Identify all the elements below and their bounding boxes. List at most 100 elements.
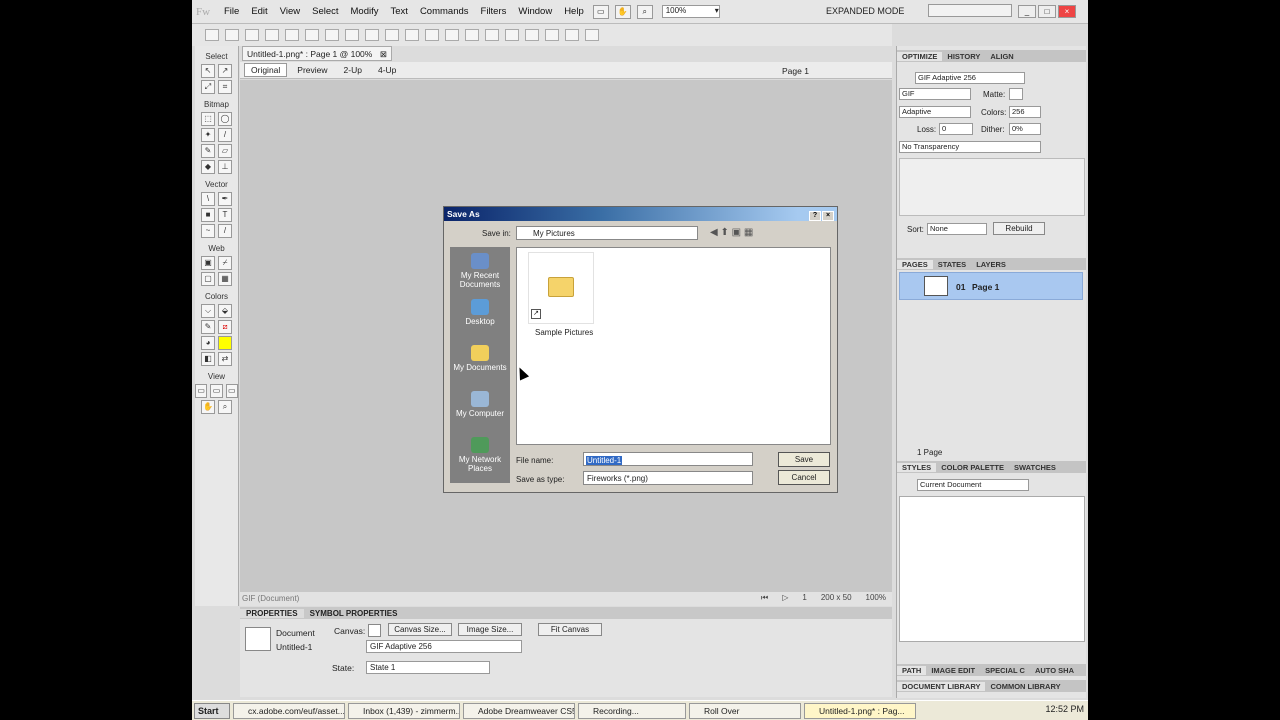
task-browser[interactable]: cx.adobe.com/euf/asset... bbox=[233, 702, 345, 719]
full-screen-icon[interactable]: ▭ bbox=[225, 384, 238, 398]
menu-select[interactable]: Select bbox=[306, 6, 344, 17]
image-size-button[interactable]: Image Size... bbox=[458, 623, 522, 636]
pencil-tool-icon[interactable]: ✎ bbox=[201, 144, 215, 158]
menu-window[interactable]: Window bbox=[512, 6, 558, 17]
nav-toolbar-icons[interactable]: ◀ ⬆ ▣ ▦ bbox=[710, 227, 753, 238]
save-button[interactable]: Save bbox=[778, 452, 830, 467]
screen-mode-icon[interactable]: ▭ bbox=[592, 4, 609, 19]
close-icon[interactable]: ⊠ bbox=[380, 49, 387, 59]
align-icon[interactable] bbox=[545, 29, 559, 41]
menu-file[interactable]: File bbox=[218, 6, 245, 17]
new-icon[interactable] bbox=[205, 29, 219, 41]
open-icon[interactable] bbox=[245, 29, 259, 41]
search-input[interactable] bbox=[928, 4, 1012, 17]
hide-slices-icon[interactable]: ▢ bbox=[201, 272, 215, 286]
sort-select[interactable]: None bbox=[927, 223, 987, 235]
undo-icon[interactable] bbox=[325, 29, 339, 41]
menu-filters[interactable]: Filters bbox=[475, 6, 513, 17]
tab-styles[interactable]: STYLES bbox=[897, 462, 937, 472]
tab-special-characters[interactable]: SPECIAL C bbox=[980, 666, 1030, 675]
place-my-computer[interactable]: My Computer bbox=[450, 391, 510, 418]
save-icon[interactable] bbox=[225, 29, 239, 41]
play-icon[interactable]: ▷ bbox=[782, 593, 788, 603]
help-icon[interactable]: ? bbox=[809, 211, 821, 221]
fit-canvas-button[interactable]: Fit Canvas bbox=[538, 623, 602, 636]
canvas-size-button[interactable]: Canvas Size... bbox=[388, 623, 452, 636]
file-list[interactable]: ↗ Sample Pictures bbox=[516, 247, 831, 445]
task-dreamweaver[interactable]: Adobe Dreamweaver CS5 bbox=[463, 702, 575, 719]
loss-input[interactable]: 0 bbox=[939, 123, 973, 135]
tab-preview[interactable]: Preview bbox=[291, 64, 333, 76]
cancel-button[interactable]: Cancel bbox=[778, 470, 830, 485]
tab-properties[interactable]: PROPERTIES bbox=[240, 608, 304, 618]
group-icon[interactable] bbox=[425, 29, 439, 41]
transparency-select[interactable]: No Transparency bbox=[899, 141, 1041, 153]
default-colors-icon[interactable]: ◧ bbox=[201, 352, 215, 366]
magic-wand-tool-icon[interactable]: ✦ bbox=[201, 128, 215, 142]
slice-tool-icon[interactable]: ⌿ bbox=[218, 256, 232, 270]
split-icon[interactable] bbox=[485, 29, 499, 41]
menu-text[interactable]: Text bbox=[385, 6, 414, 17]
pointer-tool-icon[interactable]: ↖ bbox=[201, 64, 215, 78]
eyedropper-tool-icon[interactable]: ⌵ bbox=[201, 304, 215, 318]
rubber-stamp-tool-icon[interactable]: ⊥ bbox=[218, 160, 232, 174]
freeform-tool-icon[interactable]: ~ bbox=[201, 224, 215, 238]
lasso-tool-icon[interactable]: ◯ bbox=[218, 112, 232, 126]
tab-2-up[interactable]: 2-Up bbox=[338, 64, 368, 76]
knife-tool-icon[interactable]: / bbox=[218, 224, 232, 238]
document-tab[interactable]: Untitled-1.png* : Page 1 @ 100% ⊠ bbox=[242, 46, 392, 61]
menu-edit[interactable]: Edit bbox=[245, 6, 273, 17]
tab-align[interactable]: ALIGN bbox=[985, 52, 1018, 61]
copy-icon[interactable] bbox=[385, 29, 399, 41]
status-zoom[interactable]: 100% bbox=[866, 593, 886, 603]
zoom-icon[interactable]: ⌕ bbox=[636, 4, 653, 19]
optimize-preset-select[interactable]: GIF Adaptive 256 bbox=[915, 72, 1025, 84]
save-type-select[interactable]: Fireworks (*.png) bbox=[583, 471, 753, 485]
tab-symbol-properties[interactable]: SYMBOL PROPERTIES bbox=[304, 609, 404, 618]
start-button[interactable]: Start bbox=[194, 702, 230, 719]
menu-commands[interactable]: Commands bbox=[414, 6, 475, 17]
tab-optimize[interactable]: OPTIMIZE bbox=[897, 51, 943, 61]
blur-tool-icon[interactable]: ◆ bbox=[201, 160, 215, 174]
canvas-color-swatch[interactable] bbox=[368, 624, 381, 637]
rotate-icon[interactable] bbox=[565, 29, 579, 41]
task-roll-over[interactable]: Roll Over bbox=[689, 702, 801, 719]
workspace-mode-select[interactable]: EXPANDED MODE bbox=[826, 6, 904, 16]
scale-tool-icon[interactable]: ⤢ bbox=[201, 80, 215, 94]
rebuild-button[interactable]: Rebuild bbox=[993, 222, 1045, 235]
menu-help[interactable]: Help bbox=[558, 6, 590, 17]
join-icon[interactable] bbox=[465, 29, 479, 41]
hand-icon[interactable]: ✋ bbox=[614, 4, 631, 19]
paint-bucket-tool-icon[interactable]: ⬙ bbox=[218, 304, 232, 318]
full-screen-menu-icon[interactable]: ▭ bbox=[210, 384, 223, 398]
task-fireworks[interactable]: Untitled-1.png* : Pag... bbox=[804, 702, 916, 719]
task-inbox[interactable]: Inbox (1,439) - zimmerm... bbox=[348, 702, 460, 719]
state-select[interactable]: State 1 bbox=[366, 661, 490, 674]
tab-common-library[interactable]: COMMON LIBRARY bbox=[985, 682, 1065, 691]
eraser-tool-icon[interactable]: ▱ bbox=[218, 144, 232, 158]
bring-front-icon[interactable] bbox=[505, 29, 519, 41]
tab-swatches[interactable]: SWATCHES bbox=[1009, 463, 1061, 472]
crop-tool-icon[interactable]: ⌗ bbox=[218, 80, 232, 94]
tab-history[interactable]: HISTORY bbox=[942, 52, 985, 61]
tab-auto-shapes[interactable]: AUTO SHA bbox=[1030, 666, 1079, 675]
styles-list[interactable] bbox=[899, 496, 1085, 642]
zoom-select[interactable]: 100% ▾ bbox=[661, 5, 720, 18]
show-slices-icon[interactable]: ▦ bbox=[218, 272, 232, 286]
place-my-documents[interactable]: My Documents bbox=[450, 345, 510, 372]
fill-bucket-icon[interactable]: ◕ bbox=[201, 336, 215, 350]
folder-item[interactable]: ↗ bbox=[528, 252, 594, 324]
matte-swatch[interactable] bbox=[1009, 88, 1023, 100]
export-icon[interactable] bbox=[285, 29, 299, 41]
palette-select[interactable]: Adaptive bbox=[899, 106, 971, 118]
redo-icon[interactable] bbox=[345, 29, 359, 41]
tab-document-library[interactable]: DOCUMENT LIBRARY bbox=[897, 681, 986, 691]
dither-input[interactable]: 0% bbox=[1009, 123, 1041, 135]
tab-color-palette[interactable]: COLOR PALETTE bbox=[936, 463, 1009, 472]
no-color-icon[interactable]: ⧄ bbox=[218, 320, 232, 334]
styles-source-select[interactable]: Current Document bbox=[917, 479, 1029, 491]
standard-screen-icon[interactable]: ▭ bbox=[195, 384, 208, 398]
close-icon[interactable]: × bbox=[822, 211, 834, 221]
menu-modify[interactable]: Modify bbox=[345, 6, 385, 17]
brush-tool-icon[interactable]: / bbox=[218, 128, 232, 142]
